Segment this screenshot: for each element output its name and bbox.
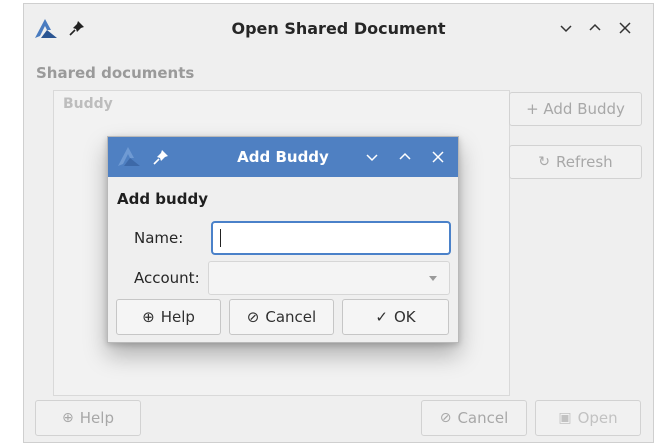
dialog-help-button[interactable]: ⊕ Help	[116, 299, 221, 335]
dialog-ok-label: OK	[393, 308, 416, 326]
open-file-icon: ▣	[558, 410, 572, 426]
list-header-buddy[interactable]: Buddy	[63, 96, 113, 112]
check-icon: ✓	[375, 308, 388, 326]
dialog-cancel-button[interactable]: ⊘ Cancel	[229, 299, 334, 335]
open-label: Open	[577, 409, 618, 427]
dialog-heading: Add buddy	[117, 190, 208, 208]
dropdown-arrow-icon	[429, 276, 437, 281]
cancel-icon: ⊘	[439, 410, 452, 426]
name-label: Name:	[134, 229, 184, 247]
dialog-titlebar[interactable]: Add Buddy	[108, 137, 458, 177]
refresh-icon: ↻	[538, 154, 551, 170]
account-select[interactable]	[208, 261, 450, 295]
close-icon[interactable]	[615, 18, 635, 38]
close-icon[interactable]	[428, 147, 448, 167]
help-lifebuoy-icon: ⊕	[62, 410, 74, 426]
add-buddy-button[interactable]: + Add Buddy	[509, 92, 642, 126]
cancel-icon: ⊘	[246, 308, 260, 326]
name-input[interactable]	[211, 221, 451, 255]
add-buddy-dialog: Add Buddy Add buddy Name: Account: ⊕ Hel…	[107, 136, 459, 343]
cancel-button[interactable]: ⊘ Cancel	[421, 400, 527, 436]
help-button[interactable]: ⊕ Help	[35, 400, 141, 436]
dialog-ok-button[interactable]: ✓ OK	[342, 299, 449, 335]
help-lifebuoy-icon: ⊕	[142, 308, 155, 326]
open-button[interactable]: ▣ Open	[535, 400, 641, 436]
add-buddy-label: + Add Buddy	[526, 100, 625, 118]
dialog-help-label: Help	[160, 308, 195, 326]
section-title: Shared documents	[36, 64, 195, 82]
chevron-down-icon[interactable]	[556, 18, 576, 38]
account-label: Account:	[134, 269, 200, 287]
chevron-down-icon[interactable]	[362, 147, 382, 167]
refresh-label: Refresh	[556, 153, 613, 171]
text-caret	[220, 229, 221, 247]
chevron-up-icon[interactable]	[395, 147, 415, 167]
window-titlebar[interactable]: Open Shared Document	[24, 4, 653, 54]
refresh-button[interactable]: ↻ Refresh	[509, 145, 642, 179]
help-label: Help	[79, 409, 114, 427]
dialog-cancel-label: Cancel	[265, 308, 317, 326]
chevron-up-icon[interactable]	[585, 18, 605, 38]
cancel-label: Cancel	[457, 409, 509, 427]
